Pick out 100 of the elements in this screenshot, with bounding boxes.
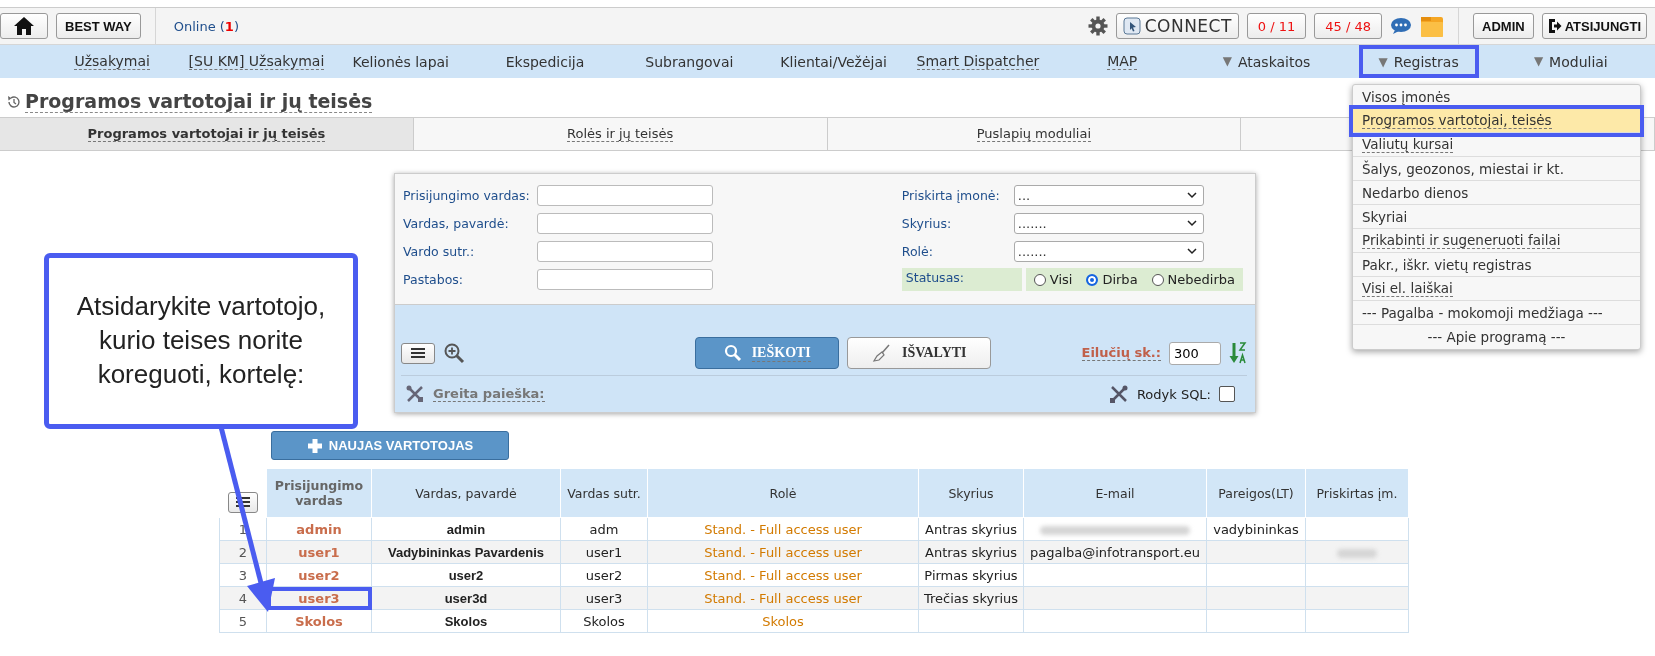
radio-option[interactable]: Visi <box>1033 272 1073 287</box>
chevron-down-icon <box>1186 248 1197 255</box>
dropdown-item[interactable]: Valiutų kursai <box>1353 133 1640 157</box>
chevron-down-icon <box>1186 192 1197 199</box>
dropdown-item[interactable]: Pakr., iškr. vietų registras <box>1353 253 1640 277</box>
rows-field[interactable]: 300 <box>1169 341 1221 365</box>
table-cell: Trečias skyrius <box>923 590 1019 606</box>
field-label: Priskirta įmonė: <box>901 188 1001 203</box>
menu-item[interactable]: MAP <box>1050 49 1195 74</box>
dropdown-field[interactable]: ....... <box>1013 241 1204 262</box>
column-header[interactable]: Priskirtas įm. <box>1305 468 1409 518</box>
tools-icon <box>405 384 425 404</box>
chevron-down-icon <box>1186 220 1197 227</box>
tab[interactable]: Programos vartotojai ir jų teisės <box>0 118 414 150</box>
menu-button[interactable] <box>401 342 435 364</box>
caret-icon: ▼ <box>1533 53 1544 70</box>
caret-icon: ▼ <box>1222 53 1232 70</box>
dropdown-item[interactable]: Visi el. laiškai <box>1353 277 1640 301</box>
menu-icon <box>411 347 425 359</box>
menu-item[interactable]: Kelionės lapai <box>328 49 473 74</box>
menu-label: Registras <box>1393 53 1459 70</box>
table-cell: Stand. - Full access user <box>647 540 919 564</box>
column-header[interactable]: Vardas, pavardė <box>371 468 561 518</box>
logout-button[interactable]: ATSIJUNGTI <box>1541 13 1647 39</box>
menu-label: Moduliai <box>1549 53 1608 70</box>
menu-item[interactable]: Užsakymai <box>40 49 185 74</box>
settings-icon[interactable] <box>1087 16 1108 36</box>
broom-icon <box>871 343 892 363</box>
search-icon <box>723 344 742 362</box>
sort-icon[interactable] <box>1229 341 1247 365</box>
login-link[interactable]: admin <box>266 517 372 541</box>
menu-item[interactable]: ▼ Moduliai <box>1498 49 1643 74</box>
input-field[interactable] <box>537 241 713 262</box>
dropdown-item[interactable]: Prikabinti ir sugeneruoti failai <box>1353 229 1640 253</box>
counter-button[interactable]: 45 / 48 <box>1314 13 1383 39</box>
home-button[interactable] <box>0 13 48 39</box>
tab[interactable]: Puslapių moduliai <box>827 118 1242 150</box>
column-header[interactable]: Rolė <box>647 468 919 518</box>
table-cell: user3d <box>371 586 561 610</box>
table-cell: admin <box>371 517 561 541</box>
input-field[interactable] <box>537 269 713 290</box>
dropdown-item[interactable]: --- Pagalba - mokomoji medžiaga --- <box>1353 301 1640 325</box>
column-header[interactable]: Skyrius <box>918 468 1024 518</box>
table-cell: user2 <box>371 563 561 587</box>
radio-option[interactable]: Nebedirba <box>1151 272 1235 287</box>
menu-item[interactable]: ▼ Ataskaitos <box>1194 49 1339 74</box>
cursor-icon <box>1122 17 1141 35</box>
field-label: Pastabos: <box>403 272 465 287</box>
field-label: Vardo sutr.: <box>403 244 476 259</box>
menu-item[interactable]: Klientai/Vežėjai <box>761 49 906 74</box>
table-cell: Stand. - Full access user <box>647 517 919 541</box>
dropdown-field[interactable]: ....... <box>1013 213 1204 234</box>
menu-item[interactable]: Subrangovai <box>617 49 762 74</box>
table-cell: adm <box>560 517 648 541</box>
callout-text: Atsidarykite vartotojo, kurio teises norite koreguoti, kortelę: <box>75 290 327 391</box>
dropdown-item[interactable]: Šalys, geozonos, miestai ir kt. <box>1353 157 1640 181</box>
brand-button[interactable]: BEST WAY <box>56 13 141 39</box>
admin-button[interactable]: ADMIN <box>1473 13 1534 39</box>
column-header[interactable]: Vardas sutr. <box>560 468 648 518</box>
dropdown-field[interactable]: ... <box>1013 185 1204 206</box>
page-title: Programos vartotojai ir jų teisės <box>25 90 373 113</box>
field-label: Statusas: <box>901 268 1022 291</box>
input-field[interactable] <box>537 185 713 206</box>
checkbox[interactable] <box>1219 386 1235 402</box>
zoom-in-icon[interactable] <box>443 342 465 364</box>
blurred-text <box>1337 548 1377 558</box>
clear-button[interactable]: IŠVALYTI <box>847 337 992 369</box>
menu-item[interactable]: ▼ Registras <box>1358 45 1479 78</box>
logout-icon <box>1547 18 1562 34</box>
menu-label: Kelionės lapai <box>352 53 449 70</box>
table-cell: Stand. - Full access user <box>647 586 919 610</box>
menu-item[interactable]: Smart Dispatcher <box>905 49 1051 74</box>
table-cell: pagalba@infotransport.eu <box>1029 544 1201 560</box>
counter-button[interactable]: 0 / 11 <box>1246 13 1307 39</box>
row-number: 1 <box>219 517 267 541</box>
menu-label: MAP <box>1107 53 1138 70</box>
menu-label: Užsakymai <box>74 53 150 70</box>
chat-icon[interactable] <box>1390 17 1413 35</box>
field-label: Skyrius: <box>901 216 953 231</box>
menu-label: Subrangovai <box>645 53 734 70</box>
table-cell: Antras skyrius <box>925 521 1017 537</box>
column-header[interactable]: E-mail <box>1023 468 1207 518</box>
dropdown-item[interactable]: Skyriai <box>1353 205 1640 229</box>
column-header[interactable]: Prisijungimo vardas <box>266 468 372 518</box>
online-link[interactable]: Online (1) <box>173 18 239 34</box>
dropdown-item[interactable]: --- Apie programą --- <box>1353 325 1640 349</box>
dropdown-item[interactable]: Nedarbo dienos <box>1353 181 1640 205</box>
field-label: Prisijungimo vardas: <box>403 188 531 203</box>
menu-label: Ataskaitos <box>1237 53 1311 70</box>
tab[interactable]: Rolės ir jų teisės <box>413 118 828 150</box>
table-cell: Skolos <box>560 609 648 633</box>
menu-item[interactable]: Ekspedicija <box>472 49 618 74</box>
column-header[interactable]: Pareigos(LT) <box>1206 468 1306 518</box>
table-cell: user2 <box>560 563 648 587</box>
connect-button[interactable]: CONNECT <box>1115 13 1239 39</box>
radio-option[interactable]: Dirba <box>1086 272 1138 287</box>
login-link[interactable]: Skolos <box>266 609 372 633</box>
house-icon <box>13 16 35 36</box>
input-field[interactable] <box>537 213 713 234</box>
table-cell: Antras skyrius <box>925 544 1017 560</box>
